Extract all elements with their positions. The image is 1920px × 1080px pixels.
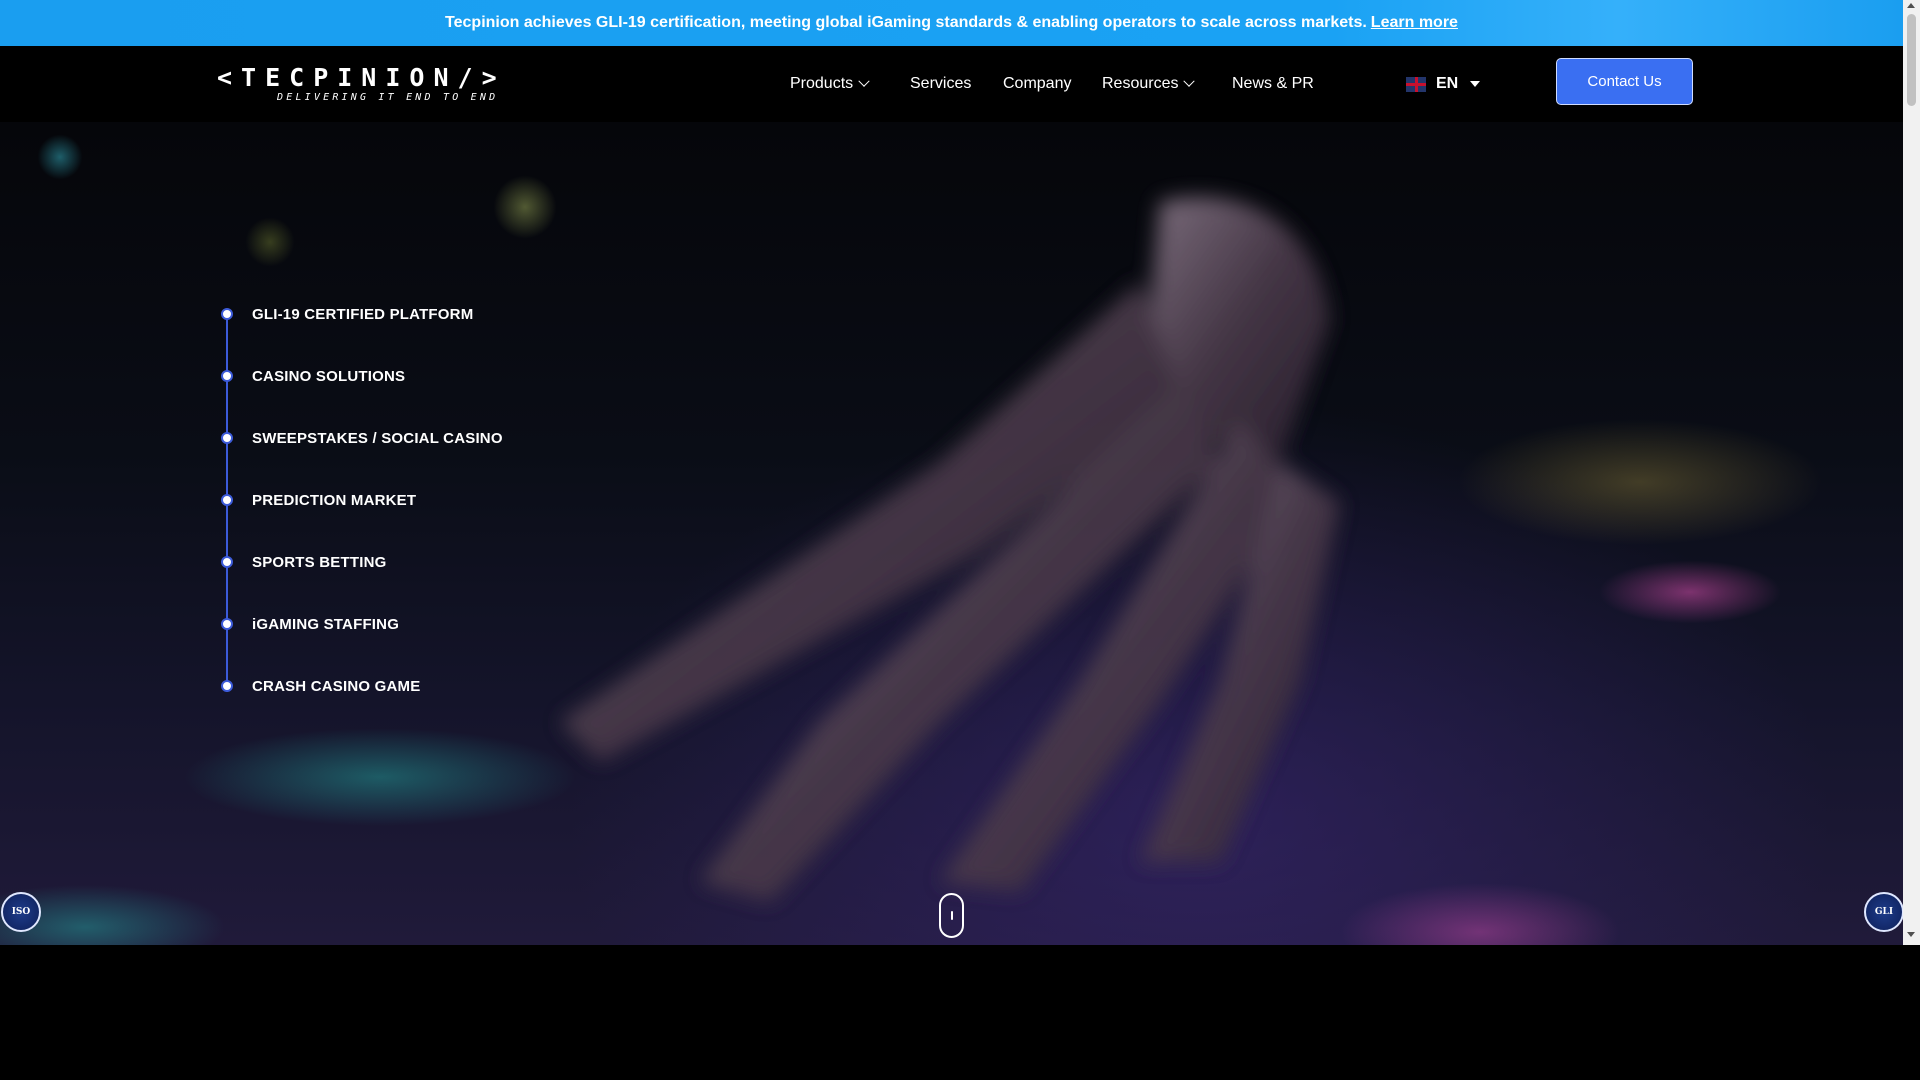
announcement-bar: Tecpinion achieves GLI-19 certification,… xyxy=(0,0,1903,46)
page-scrollbar[interactable] xyxy=(1903,0,1920,945)
site-header: <TECPINION/> DELIVERING IT END TO END Pr… xyxy=(0,46,1903,122)
timeline-item-sports[interactable]: SPORTS BETTING xyxy=(217,550,386,574)
timeline-label: GLI-19 CERTIFIED PLATFORM xyxy=(252,305,474,323)
hero-background-image xyxy=(560,197,1340,902)
timeline-dot xyxy=(221,308,233,320)
scroll-down-arrow-icon[interactable] xyxy=(1907,932,1915,937)
logo-wordmark: <TECPINION/> xyxy=(217,63,506,92)
iso-certification-badge[interactable]: ISO xyxy=(1,892,41,932)
nav-company[interactable]: Company xyxy=(1003,70,1071,98)
timeline-label: CASINO SOLUTIONS xyxy=(252,367,406,385)
timeline-label: SPORTS BETTING xyxy=(252,553,387,571)
language-code: EN xyxy=(1436,75,1459,92)
timeline-item-casino[interactable]: CASINO SOLUTIONS xyxy=(217,364,405,388)
timeline-dot xyxy=(221,432,233,444)
chevron-down-icon xyxy=(858,75,870,87)
nav-products-label: Products xyxy=(790,75,854,92)
nav-services[interactable]: Services xyxy=(910,70,971,98)
nav-services-label: Services xyxy=(910,75,972,92)
timeline-item-sweepstakes[interactable]: SWEEPSTAKES / SOCIAL CASINO xyxy=(217,426,503,450)
nav-news-label: News & PR xyxy=(1232,75,1314,92)
scrollbar-thumb[interactable] xyxy=(1907,14,1916,106)
announcement-message: Tecpinion achieves GLI-19 certification,… xyxy=(445,14,1367,31)
timeline-label: CRASH CASINO GAME xyxy=(252,677,421,695)
tecpinion-logo[interactable]: <TECPINION/> DELIVERING IT END TO END xyxy=(217,65,519,105)
timeline-label: iGAMING STAFFING xyxy=(252,615,400,633)
nav-resources[interactable]: Resources xyxy=(1102,70,1196,98)
timeline-item-gli19[interactable]: GLI-19 CERTIFIED PLATFORM xyxy=(217,302,473,326)
timeline-dot xyxy=(221,618,233,630)
chevron-down-icon xyxy=(1183,75,1196,87)
timeline-item-staffing[interactable]: iGAMING STAFFING xyxy=(217,612,399,636)
timeline-label: PREDICTION MARKET xyxy=(252,491,417,509)
timeline-dot xyxy=(221,680,233,692)
timeline-item-prediction[interactable]: PREDICTION MARKET xyxy=(217,488,416,512)
scroll-down-indicator[interactable] xyxy=(939,893,964,938)
timeline-dot xyxy=(221,370,233,382)
timeline-item-crash[interactable]: CRASH CASINO GAME xyxy=(217,674,420,698)
nav-news-pr[interactable]: News & PR xyxy=(1232,70,1314,98)
contact-us-button[interactable]: Contact Us xyxy=(1556,58,1693,105)
timeline-label: SWEEPSTAKES / SOCIAL CASINO xyxy=(252,429,503,447)
language-selector[interactable]: EN xyxy=(1406,70,1481,98)
logo-tagline: DELIVERING IT END TO END xyxy=(277,92,499,103)
nav-company-label: Company xyxy=(1003,75,1072,92)
scroll-up-arrow-icon[interactable] xyxy=(1907,3,1915,8)
timeline-dot xyxy=(221,494,233,506)
caret-down-icon xyxy=(1470,81,1481,87)
hero-section: GLI-19 CERTIFIED PLATFORM CASINO SOLUTIO… xyxy=(0,122,1903,945)
uk-flag-icon xyxy=(1406,76,1426,92)
timeline-dot xyxy=(221,556,233,568)
gli-certification-badge[interactable]: GLI xyxy=(1864,892,1904,932)
learn-more-link[interactable]: Learn more xyxy=(1371,14,1458,32)
nav-resources-label: Resources xyxy=(1102,75,1179,92)
nav-products[interactable]: Products xyxy=(790,70,870,98)
